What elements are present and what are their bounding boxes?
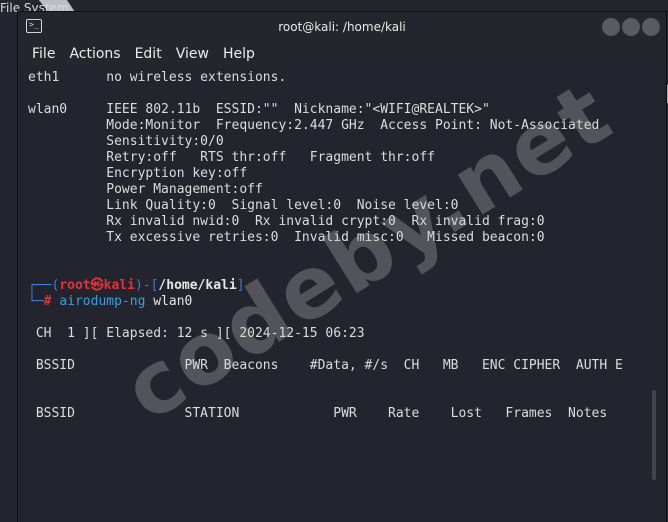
menu-bar: File Actions Edit View Help bbox=[18, 42, 666, 66]
menu-file[interactable]: File bbox=[32, 46, 55, 62]
prompt-bracket: )-[ bbox=[134, 278, 159, 293]
menu-view[interactable]: View bbox=[176, 46, 209, 62]
prompt-bracket: └─ bbox=[28, 294, 44, 309]
window-title: root@kali: /home/kali bbox=[278, 20, 406, 34]
output-line: Power Management:off bbox=[28, 182, 263, 197]
output-line: Tx excessive retries:0 Invalid misc:0 Mi… bbox=[28, 230, 545, 245]
command-argument: wlan0 bbox=[153, 294, 193, 309]
menu-actions[interactable]: Actions bbox=[69, 46, 120, 62]
output-line: Rx invalid nwid:0 Rx invalid crypt:0 Rx … bbox=[28, 214, 545, 229]
output-line: Link Quality:0 Signal level:0 Noise leve… bbox=[28, 198, 459, 213]
command-name: airodump-ng bbox=[59, 294, 146, 309]
prompt-path: /home/kali bbox=[158, 278, 237, 293]
airodump-status: CH 1 ][ Elapsed: 12 s ][ 2024-12-15 06:2… bbox=[28, 326, 365, 341]
ap-table-header: BSSID PWR Beacons #Data, #/s CH MB ENC C… bbox=[28, 358, 623, 373]
terminal-window: >_ root@kali: /home/kali File Actions Ed… bbox=[18, 12, 666, 522]
prompt-line: ┌──(root㉿kali)-[/home/kali] bbox=[28, 278, 245, 294]
output-line: Encryption key:off bbox=[28, 166, 248, 181]
prompt-bracket: ] bbox=[236, 278, 245, 293]
scrollbar[interactable] bbox=[652, 390, 656, 480]
output-line: wlan0 IEEE 802.11b ESSID:"" Nickname:"<W… bbox=[28, 102, 490, 117]
output-line: Sensitivity:0/0 bbox=[28, 134, 224, 149]
title-bar[interactable]: >_ root@kali: /home/kali bbox=[18, 12, 666, 42]
prompt-user: root㉿kali bbox=[59, 278, 135, 293]
output-line: eth1 no wireless extensions. bbox=[28, 70, 287, 85]
menu-help[interactable]: Help bbox=[223, 46, 255, 62]
terminal-output[interactable]: eth1 no wireless extensions. wlan0 IEEE … bbox=[18, 66, 666, 522]
output-line: Mode:Monitor Frequency:2.447 GHz Access … bbox=[28, 118, 600, 133]
prompt-hash: # bbox=[43, 294, 52, 309]
output-line: Retry:off RTS thr:off Fragment thr:off bbox=[28, 150, 435, 165]
maximize-button[interactable] bbox=[622, 18, 640, 36]
command-line: └─# airodump-ng wlan0 bbox=[28, 294, 192, 310]
minimize-button[interactable] bbox=[602, 18, 620, 36]
close-button[interactable] bbox=[642, 18, 660, 36]
terminal-icon: >_ bbox=[26, 19, 42, 33]
prompt-bracket: ┌──( bbox=[28, 278, 60, 293]
menu-edit[interactable]: Edit bbox=[135, 46, 162, 62]
station-table-header: BSSID STATION PWR Rate Lost Frames Notes bbox=[28, 406, 608, 421]
